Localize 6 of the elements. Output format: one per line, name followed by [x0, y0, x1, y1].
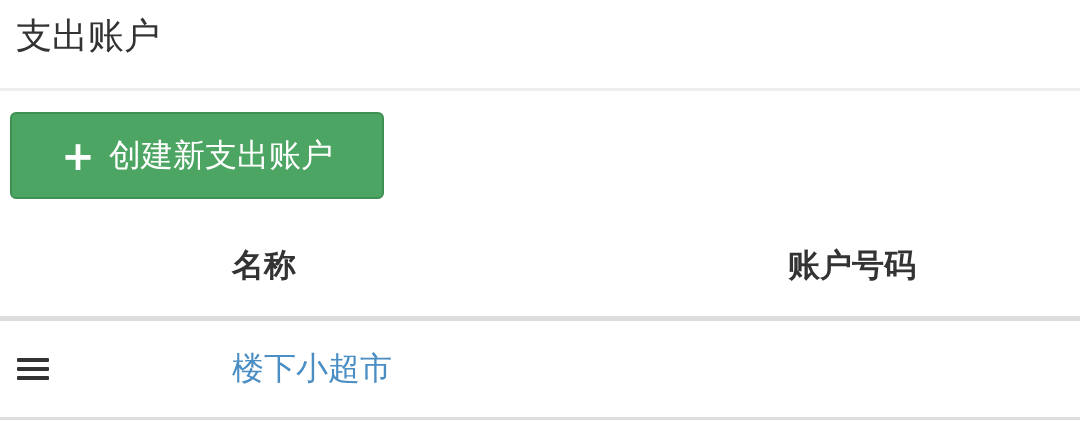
- column-header: 名称: [232, 202, 788, 319]
- create-account-button[interactable]: + 创建新支出账户: [10, 112, 384, 199]
- account-link[interactable]: 楼下小超市: [232, 349, 392, 387]
- page-title: 支出账户: [15, 14, 161, 58]
- column-header: 账户号码: [788, 202, 1080, 319]
- menu-icon[interactable]: [17, 357, 49, 381]
